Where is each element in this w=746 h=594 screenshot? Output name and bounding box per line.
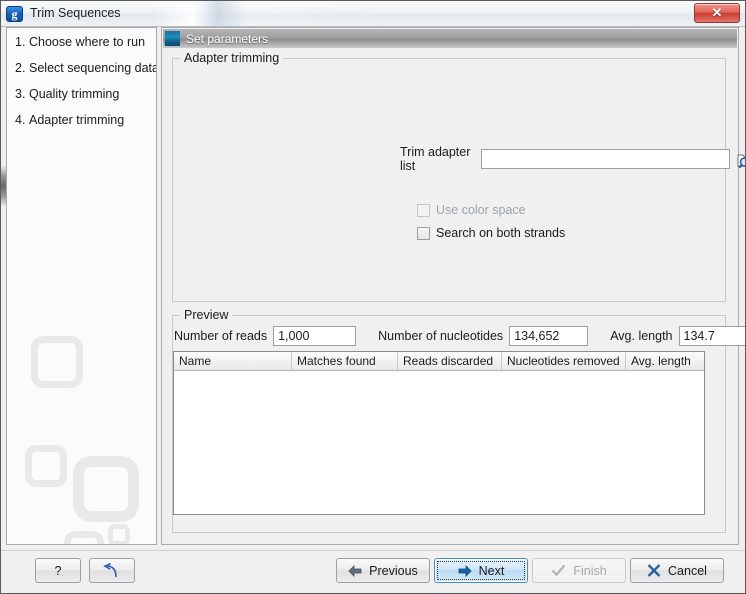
check-icon xyxy=(551,564,566,577)
step-label: Adapter trimming xyxy=(29,113,124,127)
step-label: Quality trimming xyxy=(29,87,119,101)
sidebar-item-quality-trimming[interactable]: 3.Quality trimming xyxy=(15,87,156,101)
sidebar-item-select-sequencing-data[interactable]: 2.Select sequencing data xyxy=(15,61,156,75)
dialog-body: 1.Choose where to run 2.Select sequencin… xyxy=(1,27,745,593)
step-number: 1. xyxy=(15,35,29,49)
trim-sequences-dialog: g Trim Sequences ✕ 1.Choose where to run… xyxy=(0,0,746,594)
cancel-button[interactable]: Cancel xyxy=(630,558,724,583)
steps-list: 1.Choose where to run 2.Select sequencin… xyxy=(7,28,156,127)
search-on-both-strands-label: Search on both strands xyxy=(436,226,565,240)
next-button[interactable]: Next xyxy=(434,558,528,583)
step-label: Select sequencing data xyxy=(29,61,157,75)
number-of-reads-value xyxy=(273,326,356,346)
group-title: Adapter trimming xyxy=(180,51,283,65)
step-label: Choose where to run xyxy=(29,35,145,49)
window-title: Trim Sequences xyxy=(30,6,121,20)
finish-button: Finish xyxy=(532,558,626,583)
number-of-nucleotides-value xyxy=(509,326,588,346)
step-number: 2. xyxy=(15,61,29,75)
trim-adapter-list-row: Trim adapter list xyxy=(400,145,746,173)
use-color-space-label: Use color space xyxy=(436,203,526,217)
adapter-trimming-group: Adapter trimming xyxy=(172,58,726,302)
question-mark-icon: ? xyxy=(55,564,62,578)
focus-ring xyxy=(437,561,525,580)
help-button[interactable]: ? xyxy=(35,558,81,583)
watermark-square xyxy=(64,531,104,545)
preview-stats-row: Number of reads Number of nucleotides Av… xyxy=(174,326,746,346)
cancel-button-label: Cancel xyxy=(668,564,707,578)
avg-length-value xyxy=(679,326,746,346)
trim-adapter-list-label: Trim adapter list xyxy=(400,145,478,173)
main-panel: Set parameters Adapter trimming Trim ada… xyxy=(161,27,739,545)
watermark-square xyxy=(31,336,83,388)
number-of-reads-label: Number of reads xyxy=(174,329,267,343)
step-number: 4. xyxy=(15,113,29,127)
close-icon: ✕ xyxy=(695,4,739,22)
wizard-steps-sidebar: 1.Choose where to run 2.Select sequencin… xyxy=(6,27,157,545)
title-bar: g Trim Sequences ✕ xyxy=(1,1,745,27)
search-on-both-strands-row[interactable]: Search on both strands xyxy=(417,226,565,240)
preview-table[interactable]: Name Matches found Reads discarded Nucle… xyxy=(173,351,705,515)
finish-button-label: Finish xyxy=(573,564,606,578)
tab-set-parameters[interactable]: Set parameters xyxy=(163,29,737,48)
dialog-button-bar: ? Previous Next xyxy=(1,550,745,594)
arrow-left-icon xyxy=(348,565,362,577)
column-header-matches-found[interactable]: Matches found xyxy=(292,352,398,371)
number-of-nucleotides-label: Number of nucleotides xyxy=(378,329,503,343)
column-header-name[interactable]: Name xyxy=(174,352,292,371)
sidebar-item-adapter-trimming[interactable]: 4.Adapter trimming xyxy=(15,113,156,127)
tab-label: Set parameters xyxy=(186,32,268,46)
use-color-space-row: Use color space xyxy=(417,203,526,217)
column-header-avg-length[interactable]: Avg. length xyxy=(626,352,704,371)
group-title: Preview xyxy=(180,308,232,322)
column-header-reads-discarded[interactable]: Reads discarded xyxy=(398,352,502,371)
trim-adapter-list-input[interactable] xyxy=(481,149,731,169)
app-icon: g xyxy=(6,6,23,22)
reset-button[interactable] xyxy=(89,558,135,583)
use-color-space-checkbox xyxy=(417,204,430,217)
table-body-empty xyxy=(174,371,704,514)
column-header-nucleotides-removed[interactable]: Nucleotides removed xyxy=(502,352,626,371)
table-header-row: Name Matches found Reads discarded Nucle… xyxy=(174,352,704,371)
search-on-both-strands-checkbox[interactable] xyxy=(417,227,430,240)
folder-search-icon[interactable] xyxy=(736,150,746,169)
blue-square-icon xyxy=(165,31,180,46)
undo-arrow-icon xyxy=(102,563,122,579)
step-number: 3. xyxy=(15,87,29,101)
previous-button[interactable]: Previous xyxy=(336,558,430,583)
watermark-square xyxy=(25,445,67,487)
previous-button-label: Previous xyxy=(369,564,418,578)
sidebar-item-choose-where-to-run[interactable]: 1.Choose where to run xyxy=(15,35,156,49)
watermark-square xyxy=(108,524,130,545)
avg-length-label: Avg. length xyxy=(610,329,672,343)
x-icon xyxy=(647,564,661,577)
watermark-square xyxy=(73,456,139,522)
close-button[interactable]: ✕ xyxy=(694,3,740,23)
